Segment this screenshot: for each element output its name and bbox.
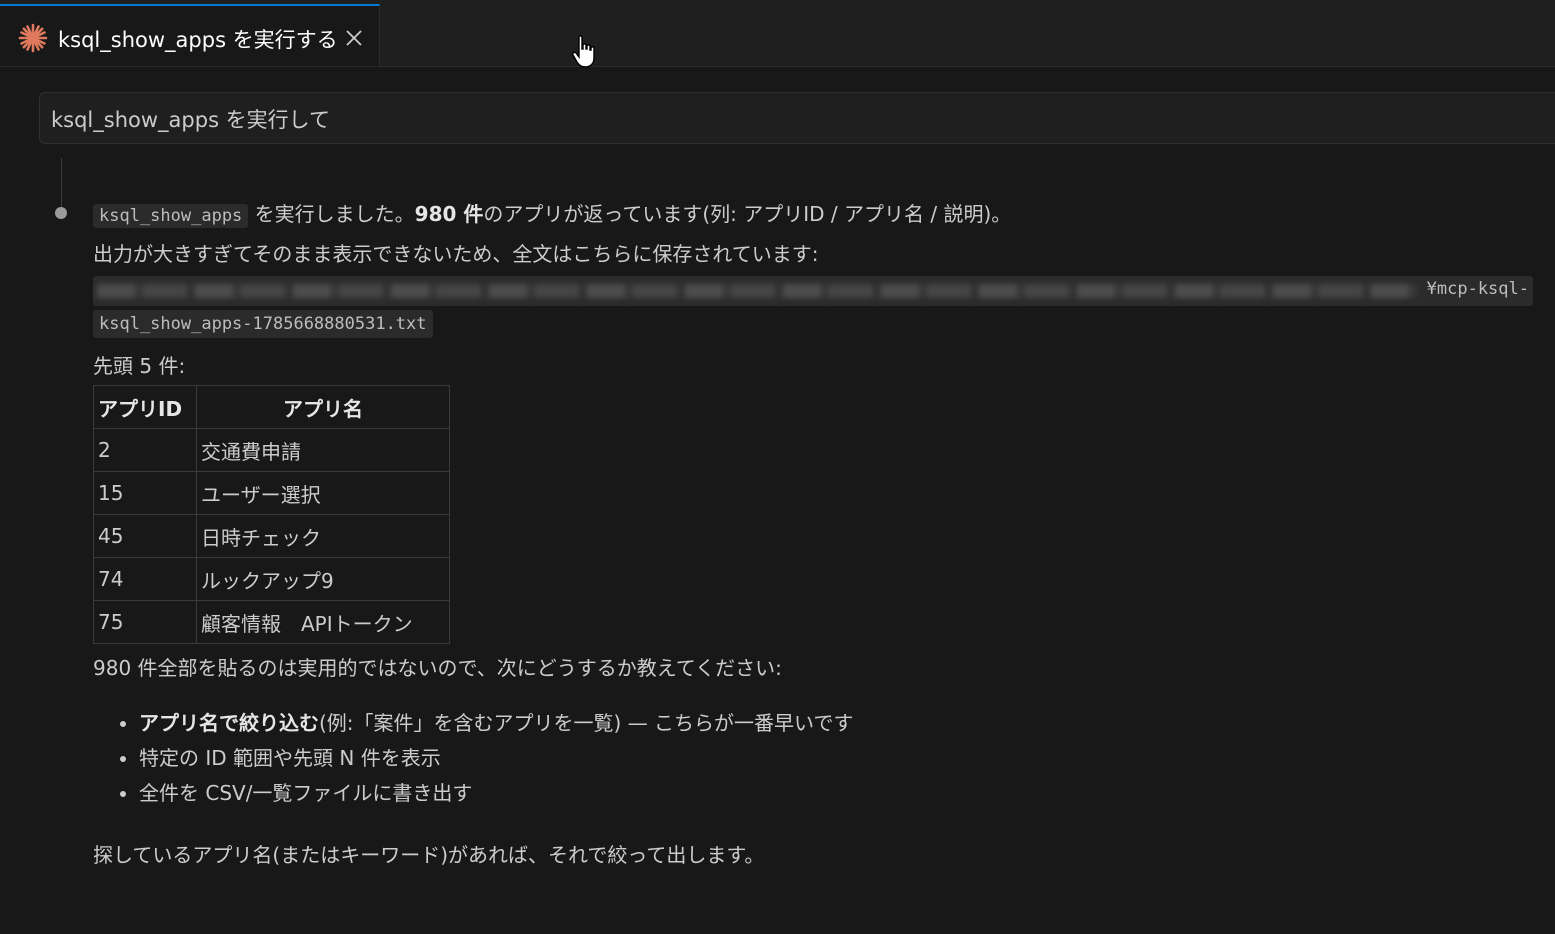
tab-active[interactable]: ksql_show_apps を実行する [0, 4, 380, 66]
table-row: 74 ルックアップ9 [93, 557, 450, 601]
table-row: 15 ユーザー選択 [93, 471, 450, 515]
user-prompt-text: ksql_show_apps を実行して [51, 108, 331, 132]
app-name-cell: ユーザー選択 [196, 471, 450, 515]
user-prompt-box: ksql_show_apps を実行して [39, 92, 1555, 144]
thread-line [61, 158, 62, 208]
bullet-dot-icon [55, 207, 67, 219]
count-bold: 980 件 [414, 202, 484, 226]
table-row: 75 顧客情報 APIトークン [93, 600, 450, 644]
options-list: アプリ名で絞り込む(例:「案件」を含むアプリを一覧) — こちらが一番早いです … [115, 706, 853, 811]
path-suffix: ¥mcp-ksql- [1426, 279, 1529, 299]
table-row: 45 日時チェック [93, 514, 450, 558]
app-name-cell: 交通費申請 [196, 428, 450, 472]
output-note: 出力が大きすぎてそのまま表示できないため、全文はこちらに保存されています: [93, 242, 819, 266]
app-id-cell: 74 [93, 557, 197, 601]
table-row: 2 交通費申請 [93, 428, 450, 472]
inline-code: ksql_show_apps [93, 204, 249, 228]
redacted-path [97, 284, 1417, 298]
table-header-row: アプリID アプリ名 [93, 385, 450, 429]
column-header: アプリID [93, 385, 197, 429]
file-name-code: ksql_show_apps-1785668880531.txt [93, 310, 433, 338]
response-summary: ksql_show_apps を実行しました。980 件のアプリが返っています(… [93, 198, 1011, 228]
next-step-question: 980 件全部を貼るのは実用的ではないので、次にどうするか教えてください: [93, 656, 782, 680]
list-item: 全件を CSV/一覧ファイルに書き出す [139, 776, 853, 811]
list-item: 特定の ID 範囲や先頭 N 件を表示 [139, 741, 853, 776]
app-id-cell: 15 [93, 471, 197, 515]
column-header: アプリ名 [196, 385, 450, 429]
closing-text: 探しているアプリ名(またはキーワード)があれば、それで絞って出します。 [93, 843, 765, 867]
list-item: アプリ名で絞り込む(例:「案件」を含むアプリを一覧) — こちらが一番早いです [139, 706, 853, 741]
app-id-cell: 45 [93, 514, 197, 558]
file-path-code: ¥mcp-ksql- [93, 276, 1533, 306]
hand-cursor-icon [572, 35, 595, 68]
preview-label: 先頭 5 件: [93, 354, 186, 378]
app-id-cell: 2 [93, 428, 197, 472]
app-name-cell: 日時チェック [196, 514, 450, 558]
tab-bar: ksql_show_apps を実行する [0, 0, 1555, 67]
close-icon[interactable] [344, 28, 364, 48]
tab-title: ksql_show_apps を実行する [58, 28, 338, 52]
app-id-cell: 75 [93, 600, 197, 644]
app-name-cell: 顧客情報 APIトークン [196, 600, 450, 644]
sparkle-icon [18, 23, 48, 53]
app-name-cell: ルックアップ9 [196, 557, 450, 601]
apps-table: アプリID アプリ名 2 交通費申請 15 ユーザー選択 45 日時チェック 7… [93, 385, 450, 644]
